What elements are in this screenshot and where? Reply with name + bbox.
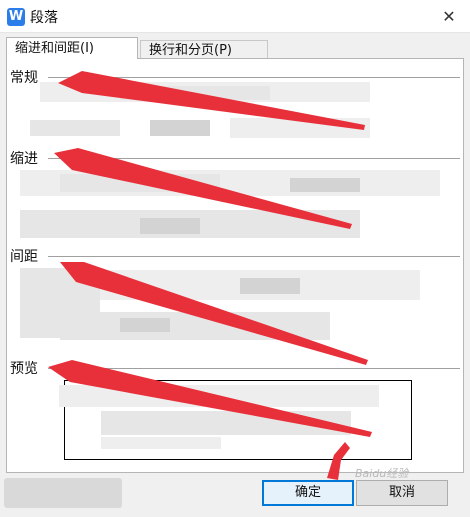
section-label-spacing: 间距: [10, 246, 42, 266]
section-label-general: 常规: [10, 67, 42, 87]
section-label-preview: 预览: [10, 358, 42, 378]
close-button[interactable]: ✕: [428, 0, 470, 32]
obscured-content: [150, 120, 210, 136]
window-title: 段落: [30, 10, 58, 26]
title-bar: W 段落 ✕: [0, 0, 470, 33]
close-icon: ✕: [442, 6, 456, 26]
preview-box: [59, 380, 412, 460]
obscured-content: [140, 218, 200, 234]
obscured-content: [120, 86, 270, 100]
cancel-button[interactable]: 取消: [356, 480, 448, 506]
obscured-content: [30, 120, 120, 136]
ok-button[interactable]: 确定: [262, 480, 354, 506]
section-divider-preview: [48, 368, 460, 369]
obscured-content: [290, 178, 360, 192]
section-divider-general: [48, 77, 460, 78]
section-label-indent: 缩进: [10, 148, 42, 168]
watermark: Baidu经验: [355, 467, 409, 480]
obscured-content: [230, 118, 370, 138]
obscured-content: [59, 385, 379, 407]
tab-indent-spacing[interactable]: 缩进和间距(I): [6, 37, 138, 59]
obscured-content: [4, 478, 122, 508]
obscured-content: [240, 278, 300, 294]
section-divider-indent: [48, 158, 460, 159]
obscured-content: [101, 411, 351, 435]
tab-line-page-breaks[interactable]: 换行和分页(P): [140, 40, 268, 60]
obscured-content: [101, 437, 221, 449]
section-divider-spacing: [48, 256, 460, 257]
obscured-content: [60, 312, 330, 340]
wps-app-icon: W: [7, 8, 25, 26]
obscured-content: [120, 318, 170, 332]
obscured-content: [60, 174, 220, 192]
